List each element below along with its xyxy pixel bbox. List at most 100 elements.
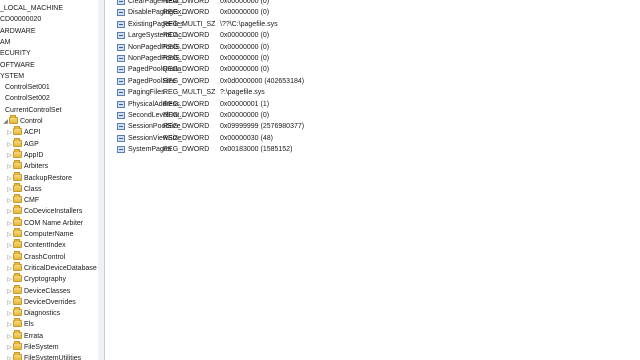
registry-value-row[interactable]: NonPagedPoolS... REG_DWORD 0x00000000 (0) bbox=[105, 53, 640, 64]
tree-item-contentindex[interactable]: ▷ ContentIndex bbox=[0, 239, 66, 251]
tree-item-label: AppID bbox=[24, 151, 44, 159]
registry-value-row[interactable]: SecondLevelDat... REG_DWORD 0x00000000 (0) bbox=[105, 110, 640, 121]
tree-item-controlset002[interactable]: ControlSet002 bbox=[0, 93, 50, 104]
tree-item-cryptography[interactable]: ▷ Cryptography bbox=[0, 273, 66, 285]
value-data: 0x00000000 (0) bbox=[220, 66, 270, 74]
registry-value-row[interactable]: SessionViewSize REG_DWORD 0x00000030 (48) bbox=[105, 133, 640, 144]
tree-item-label: Errata bbox=[24, 332, 44, 340]
binary-value-icon bbox=[117, 9, 125, 17]
tree-item-control[interactable]: ◢ Control bbox=[0, 115, 43, 127]
tree-item-ecurity[interactable]: ECURITY bbox=[0, 48, 31, 59]
tree-item-controlset001[interactable]: ControlSet001 bbox=[0, 82, 50, 93]
registry-value-row[interactable]: PagingFiles REG_MULTI_SZ ?:\pagefile.sys bbox=[105, 87, 640, 98]
tree-item-acpi[interactable]: ▷ ACPI bbox=[0, 126, 40, 138]
tree-item-label: CurrentControlSet bbox=[5, 106, 62, 114]
value-data: 0x09999999 (2576980377) bbox=[220, 123, 305, 131]
tree-item-label: CMF bbox=[24, 197, 40, 205]
tree-item-filesystemutilities[interactable]: ▷ FileSystemUtilities bbox=[0, 352, 81, 360]
value-data: 0x00000000 (0) bbox=[220, 43, 270, 51]
tree-item-backuprestore[interactable]: ▷ BackupRestore bbox=[0, 171, 72, 184]
registry-key-tree[interactable]: _LOCAL_MACHINE CD00000020 ARDWARE AM ECURITY… bbox=[0, 0, 99, 360]
tree-item-cd00000020[interactable]: CD00000020 bbox=[0, 14, 41, 25]
value-type: REG_DWORD bbox=[163, 0, 210, 5]
binary-value-icon bbox=[117, 112, 125, 119]
tree-item-com-name-arbiter[interactable]: ▷ COM Name Arbiter bbox=[0, 216, 83, 229]
folder-icon bbox=[13, 160, 22, 170]
tree-item-label: CoDeviceInstallers bbox=[24, 208, 83, 216]
folder-icon bbox=[13, 250, 22, 260]
value-type: REG_DWORD bbox=[163, 77, 210, 85]
tree-item-label: Diagnostics bbox=[24, 310, 61, 318]
expand-arrow-icon[interactable]: ▷ bbox=[6, 354, 13, 360]
binary-value-icon bbox=[117, 89, 125, 97]
folder-icon bbox=[13, 239, 22, 249]
tree-item-ystem[interactable]: YSTEM bbox=[0, 71, 24, 82]
tree-item-appid[interactable]: ▷ AppID bbox=[0, 148, 44, 161]
binary-value-icon bbox=[117, 77, 125, 85]
binary-value-icon bbox=[117, 43, 125, 51]
registry-value-row[interactable]: PagedPoolQuota REG_DWORD 0x00000000 (0) bbox=[105, 64, 640, 75]
binary-value-icon bbox=[117, 20, 125, 28]
registry-value-row[interactable]: LargeSystemCac... REG_DWORD 0x00000000 (0) bbox=[105, 30, 640, 41]
registry-values-list: ClearPageFileAt... REG_DWORD 0x00000000 (0… bbox=[105, 0, 640, 360]
value-data: 0x0d0000000 (402653184) bbox=[220, 77, 305, 85]
tree-item-label: YSTEM bbox=[0, 72, 25, 80]
tree-item-am[interactable]: AM bbox=[0, 37, 11, 48]
value-type: REG_DWORD bbox=[163, 55, 210, 62]
folder-icon bbox=[13, 148, 22, 158]
folder-icon bbox=[9, 115, 18, 124]
folder-icon bbox=[13, 137, 22, 147]
value-type: REG_DWORD bbox=[163, 112, 210, 119]
value-data: 0x00000000 (0) bbox=[220, 55, 270, 62]
tree-item-label: OFTWARE bbox=[0, 61, 35, 69]
registry-value-row[interactable]: NonPagedPoolS... REG_DWORD 0x00000000 (0) bbox=[105, 42, 640, 53]
folder-icon bbox=[13, 318, 22, 328]
folder-icon bbox=[13, 341, 22, 350]
registry-value-row[interactable]: SessionPoolSize REG_DWORD 0x09999999 (2576… bbox=[105, 121, 640, 132]
binary-value-icon bbox=[117, 123, 125, 131]
tree-item--local-machine[interactable]: _LOCAL_MACHINE bbox=[0, 3, 63, 14]
value-data: \??\C:\pagefile.sys bbox=[220, 20, 278, 28]
tree-item-label: ARDWARE bbox=[0, 27, 36, 35]
tree-item-label: AGP bbox=[24, 140, 39, 148]
tree-item-diagnostics[interactable]: ▷ Diagnostics bbox=[0, 307, 61, 319]
tree-item-crashcontrol[interactable]: ▷ CrashControl bbox=[0, 250, 66, 263]
tree-item-filesystem[interactable]: ▷ FileSystem bbox=[0, 341, 59, 353]
folder-icon bbox=[13, 126, 22, 136]
registry-value-row[interactable]: SystemPages REG_DWORD 0x00183000 (1585152) bbox=[105, 144, 640, 155]
tree-item-label: ECURITY bbox=[0, 50, 31, 58]
binary-value-icon bbox=[117, 134, 125, 142]
registry-value-row[interactable]: PhysicalAddress... REG_DWORD 0x00000001 (1… bbox=[105, 99, 640, 110]
tree-item-label: Class bbox=[24, 185, 42, 193]
tree-item-oftware[interactable]: OFTWARE bbox=[0, 60, 35, 71]
value-type: REG_DWORD bbox=[163, 100, 210, 108]
value-type: REG_DWORD bbox=[163, 146, 210, 154]
tree-item-errata[interactable]: ▷ Errata bbox=[0, 329, 44, 342]
value-data: 0x00000000 (0) bbox=[220, 0, 270, 5]
tree-item-label: CrashControl bbox=[24, 253, 66, 261]
folder-icon bbox=[13, 216, 22, 226]
folder-icon bbox=[13, 194, 22, 204]
folder-icon bbox=[13, 273, 22, 283]
folder-icon bbox=[13, 182, 22, 192]
tree-item-deviceclasses[interactable]: ▷ DeviceClasses bbox=[0, 284, 71, 297]
value-data: 0x00000000 (0) bbox=[220, 9, 270, 17]
tree-item-label: DeviceOverrides bbox=[24, 298, 76, 306]
value-type: REG_MULTI_SZ bbox=[163, 89, 216, 97]
tree-item-ardware[interactable]: ARDWARE bbox=[0, 26, 36, 37]
tree-item-codeviceinstallers[interactable]: ▷ CoDeviceInstallers bbox=[0, 205, 83, 217]
binary-value-icon bbox=[117, 146, 125, 154]
tree-item-label: DeviceClasses bbox=[24, 287, 71, 295]
tree-item-label: Els bbox=[24, 321, 34, 329]
registry-value-row[interactable]: PagedPoolSize REG_DWORD 0x0d0000000 (40265… bbox=[105, 76, 640, 87]
tree-item-computername[interactable]: ▷ ComputerName bbox=[0, 228, 73, 240]
tree-item-class[interactable]: ▷ Class bbox=[0, 182, 42, 195]
folder-icon bbox=[13, 284, 22, 294]
pane-splitter[interactable] bbox=[98, 0, 105, 360]
binary-value-icon bbox=[117, 55, 125, 62]
tree-item-arbiters[interactable]: ▷ Arbiters bbox=[0, 160, 48, 172]
registry-value-row[interactable]: ClearPageFileAt... REG_DWORD 0x00000000 (0… bbox=[105, 0, 640, 7]
registry-value-row[interactable]: DisablePagingEx... REG_DWORD 0x00000000 (0… bbox=[105, 7, 640, 18]
registry-value-row[interactable]: ExistingPageFiles REG_MULTI_SZ \??\C:\page… bbox=[105, 19, 640, 30]
tree-item-deviceoverrides[interactable]: ▷ DeviceOverrides bbox=[0, 295, 76, 308]
